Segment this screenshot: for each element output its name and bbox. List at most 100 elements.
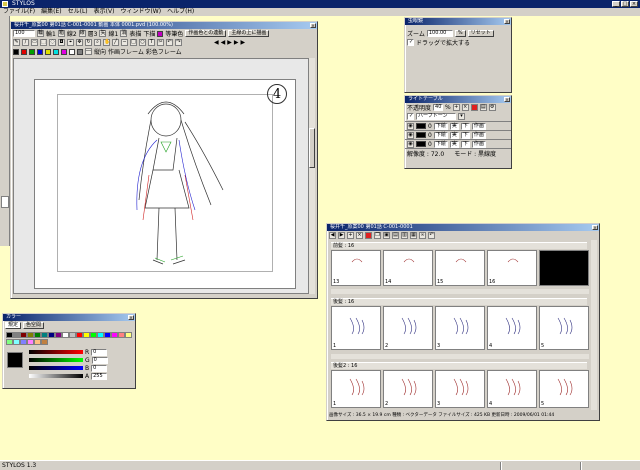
delete-frame-icon[interactable]: ×	[356, 232, 363, 239]
timeline-frame[interactable]: 2	[383, 370, 433, 408]
close-icon[interactable]: ×	[592, 225, 598, 230]
slider-g-value[interactable]: 0	[91, 356, 108, 364]
lock-icon[interactable]: ▦	[410, 232, 417, 239]
timeline-hscroll[interactable]	[331, 354, 589, 359]
delete-layer-icon[interactable]: ×	[461, 104, 469, 111]
tool-e-button[interactable]: 消	[120, 30, 128, 37]
eye-icon[interactable]: ◉	[407, 140, 414, 148]
redo-icon[interactable]: ↷	[175, 39, 182, 46]
add-frame-icon[interactable]: +	[347, 232, 354, 239]
close-icon[interactable]: ×	[310, 23, 316, 28]
palette-swatch[interactable]	[27, 332, 34, 338]
slider-r-value[interactable]: 0	[91, 348, 108, 356]
canvas-scrollbar[interactable]	[309, 58, 315, 294]
maximize-icon[interactable]: □	[621, 1, 629, 7]
timeline-frame[interactable]: 16	[487, 250, 537, 286]
tool-d-button[interactable]: 矢	[99, 30, 107, 37]
prev-icon[interactable]: ◀	[221, 39, 226, 46]
color-black-swatch[interactable]	[13, 48, 19, 55]
option-c-label[interactable]: 等筆色	[165, 29, 183, 38]
save-icon[interactable]: ▥	[401, 232, 408, 239]
layer-name[interactable]: 下絵	[433, 131, 448, 139]
light-table-checkbox[interactable]: ✓	[407, 113, 414, 120]
record-icon[interactable]	[365, 232, 372, 239]
zoom-input[interactable]: 100.00	[426, 30, 453, 37]
slider-b[interactable]	[29, 366, 83, 370]
close-icon[interactable]: ×	[504, 19, 510, 24]
layer-type[interactable]: 実	[449, 122, 459, 130]
menu-cell[interactable]: セル(L)	[68, 8, 88, 16]
paste-icon[interactable]: ▣	[383, 232, 390, 239]
mode-select[interactable]: ハーフトーン	[416, 113, 456, 120]
minimize-icon[interactable]: _	[612, 1, 620, 7]
layer-name[interactable]: 下絵	[433, 140, 448, 148]
timeline-frame[interactable]: 4	[487, 370, 537, 408]
eye-icon[interactable]: ◉	[407, 122, 414, 130]
undo-icon[interactable]: ↶	[428, 232, 435, 239]
pen-icon[interactable]: ✎	[13, 39, 20, 46]
color-green-swatch[interactable]	[29, 48, 35, 55]
color-red-swatch[interactable]	[21, 48, 27, 55]
timeline-frame[interactable]: 3	[435, 370, 485, 408]
palette-swatch[interactable]	[83, 332, 90, 338]
option-b-label[interactable]: 下描	[143, 29, 155, 38]
option-e-button[interactable]: 主線の上に描画	[228, 30, 270, 37]
move-icon[interactable]: ✥	[76, 39, 83, 46]
timeline-frame[interactable]: 2	[383, 306, 433, 350]
select-icon[interactable]: ⬚	[40, 39, 47, 46]
add-layer-icon[interactable]: +	[452, 104, 460, 111]
play-icon[interactable]: ▶	[227, 39, 232, 46]
first-frame-icon[interactable]: ◀	[329, 232, 336, 239]
timeline-hscroll[interactable]	[331, 289, 589, 294]
color-yellow-swatch[interactable]	[45, 48, 51, 55]
frame-option-c[interactable]: 彩色フレーム	[146, 47, 182, 56]
hand-icon[interactable]: ✋	[103, 39, 110, 46]
color-gray-swatch[interactable]	[77, 48, 83, 55]
tool-a-button[interactable]: 輪	[37, 30, 44, 37]
timeline-frame[interactable]	[539, 250, 589, 286]
palette-swatch[interactable]	[48, 332, 55, 338]
timeline-section-header[interactable]: 後髪2 : 16	[331, 362, 587, 369]
timeline-frame[interactable]: 1	[331, 306, 381, 350]
next-last-icon[interactable]: ▶	[241, 39, 246, 46]
prev-first-icon[interactable]: ◀	[214, 39, 219, 46]
layer-1-label[interactable]: 輪1	[46, 29, 56, 38]
fill-icon[interactable]: ◘	[58, 39, 65, 46]
palette-swatch[interactable]	[118, 332, 125, 338]
light-table-row[interactable]: ◉ 0 下絵 実 下 作画	[405, 139, 511, 148]
folder-icon[interactable]: ▤	[392, 232, 399, 239]
drawing-paper[interactable]: 4	[34, 79, 296, 289]
palette-swatch[interactable]	[111, 332, 118, 338]
tab-default[interactable]: 規定	[5, 322, 22, 329]
frame-option-b[interactable]: 作画フレーム	[108, 47, 144, 56]
palette-swatch[interactable]	[34, 332, 41, 338]
close-icon[interactable]: ×	[630, 1, 638, 7]
zoom-field[interactable]: 100	[13, 30, 35, 37]
rotate-icon[interactable]: ↻	[85, 39, 92, 46]
link-icon[interactable]: ∞	[419, 232, 426, 239]
canvas-scrollbar-thumb[interactable]	[309, 128, 315, 168]
next-icon[interactable]: ▶	[234, 39, 239, 46]
menu-window[interactable]: ウィンドウ(W)	[120, 8, 161, 16]
palette-swatch[interactable]	[13, 332, 20, 338]
scissors-icon[interactable]: ✂	[157, 39, 164, 46]
layer-kind[interactable]: 作画	[471, 131, 486, 139]
palette-swatch[interactable]	[90, 332, 97, 338]
timeline-section-header[interactable]: 前髪 : 16	[331, 242, 587, 249]
canvas-area[interactable]: 4	[13, 58, 309, 294]
brush-icon[interactable]: ∕	[22, 39, 29, 46]
layer-kind[interactable]: 作画	[471, 122, 486, 130]
timeline-frame[interactable]: 13	[331, 250, 381, 286]
line-width-icon[interactable]: ―	[85, 48, 92, 55]
slider-b-value[interactable]: 0	[91, 364, 108, 372]
layer-pos[interactable]: 下	[460, 140, 470, 148]
layer-pos[interactable]: 下	[460, 131, 470, 139]
menu-help[interactable]: ヘルプ(H)	[167, 8, 194, 16]
menu-view[interactable]: 表示(V)	[94, 8, 115, 16]
light-table-row[interactable]: ◉ 0 下絵 実 下 作画	[405, 121, 511, 130]
reset-button[interactable]: リセット	[467, 30, 494, 37]
option-a-label[interactable]: 表描	[129, 29, 141, 38]
tab-colorspace[interactable]: 色空間	[23, 322, 45, 329]
palette-swatch[interactable]	[55, 332, 62, 338]
slider-a-value[interactable]: 255	[91, 372, 108, 380]
